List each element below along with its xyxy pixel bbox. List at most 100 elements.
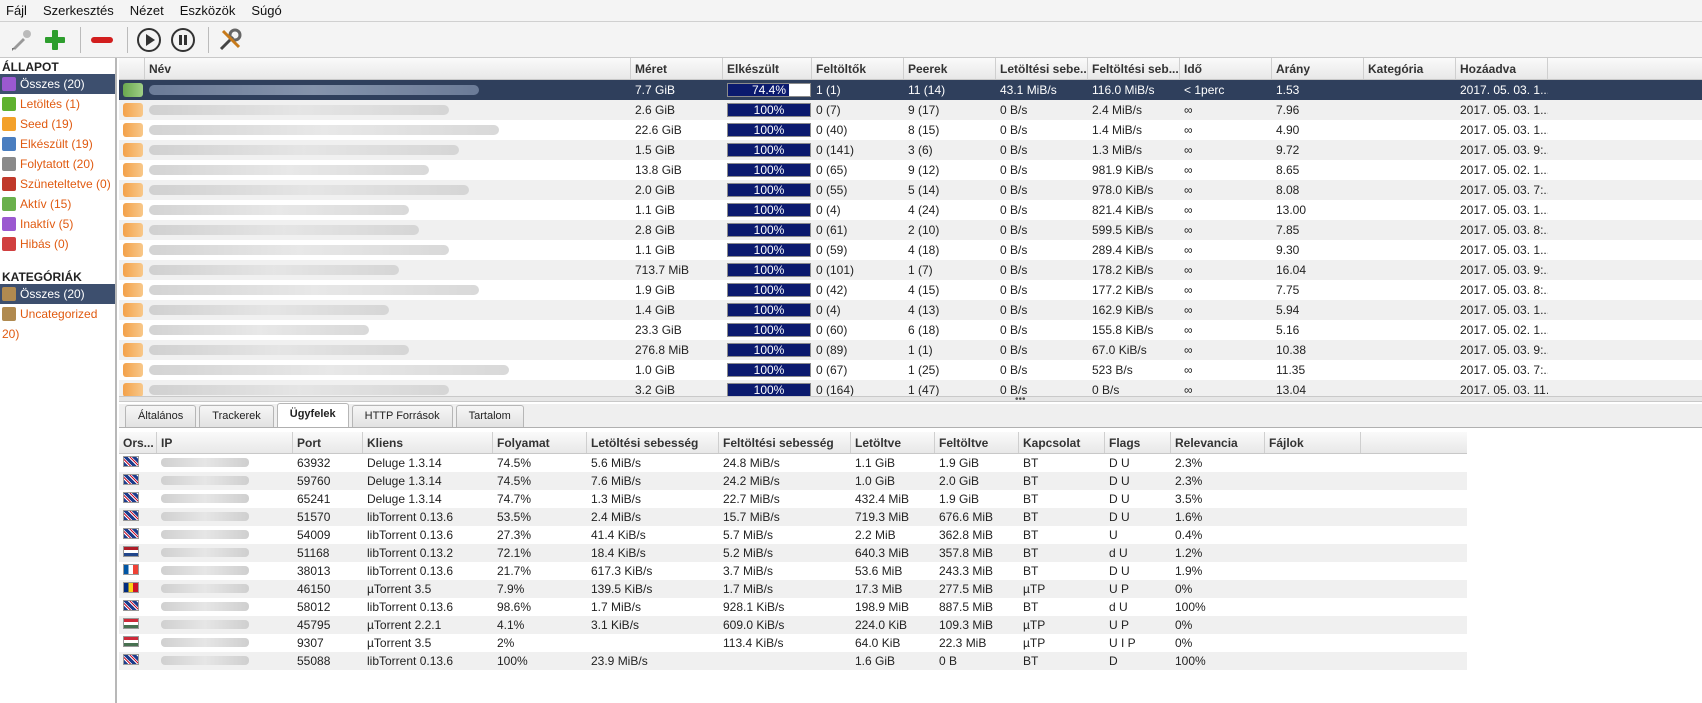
- torrent-row[interactable]: 1.4 GiB 100% 0 (4) 4 (13) 0 B/s 162.9 KiB/s ∞ 5…: [119, 300, 1702, 320]
- peer-port-cell: 63932: [297, 456, 331, 470]
- torrent-row[interactable]: 276.8 MiB 100% 0 (89) 1 (1) 0 B/s 67.0 KiB/s ∞…: [119, 340, 1702, 360]
- tab-1[interactable]: Trackerek: [199, 405, 274, 427]
- peer-column-header[interactable]: IP: [157, 432, 293, 453]
- torrent-row[interactable]: 7.7 GiB 74.4% 1 (1) 11 (14) 43.1 MiB/s 116.0 …: [119, 80, 1702, 100]
- peer-client-cell: µTorrent 2.2.1: [367, 618, 442, 632]
- peer-conn-cell: BT: [1023, 528, 1039, 542]
- peer-column-header[interactable]: Kapcsolat: [1019, 432, 1105, 453]
- torrent-row[interactable]: 2.8 GiB 100% 0 (61) 2 (10) 0 B/s 599.5 KiB/s ∞…: [119, 220, 1702, 240]
- torrent-row[interactable]: 1.1 GiB 100% 0 (4) 4 (24) 0 B/s 821.4 KiB/s ∞ 1…: [119, 200, 1702, 220]
- torrent-name-cell: [119, 323, 631, 337]
- peer-row[interactable]: 63932 Deluge 1.3.14 74.5% 5.6 MiB/s 24.8 MiB…: [119, 454, 1467, 472]
- torrent-row[interactable]: 1.9 GiB 100% 0 (42) 4 (15) 0 B/s 177.2 KiB/s ∞…: [119, 280, 1702, 300]
- status-filter-item[interactable]: Összes (20): [0, 74, 115, 94]
- peer-column-header[interactable]: Fájlok: [1265, 432, 1361, 453]
- column-header[interactable]: Feltöltők: [812, 58, 904, 79]
- column-header[interactable]: Név: [145, 58, 631, 79]
- status-filter-item[interactable]: Elkészült (19): [0, 134, 115, 154]
- status-filter-item[interactable]: Folytatott (20): [0, 154, 115, 174]
- menu-help[interactable]: Súgó: [245, 3, 291, 18]
- torrent-row[interactable]: 1.1 GiB 100% 0 (59) 4 (18) 0 B/s 289.4 KiB/s ∞…: [119, 240, 1702, 260]
- peer-column-header[interactable]: Relevancia: [1171, 432, 1265, 453]
- seeds-cell: 0 (141): [816, 143, 855, 157]
- peer-column-header[interactable]: Flags: [1105, 432, 1171, 453]
- play-icon[interactable]: [134, 25, 164, 55]
- add-link-icon[interactable]: [6, 25, 36, 55]
- menu-tools[interactable]: Eszközök: [174, 3, 246, 18]
- torrent-row[interactable]: 22.6 GiB 100% 0 (40) 8 (15) 0 B/s 1.4 MiB/s ∞ 4…: [119, 120, 1702, 140]
- column-header[interactable]: Elkészült: [723, 58, 812, 79]
- status-filter-item[interactable]: Seed (19): [0, 114, 115, 134]
- peer-row[interactable]: 46150 µTorrent 3.5 7.9% 139.5 KiB/s 1.7 MiB/…: [119, 580, 1467, 598]
- toolbar-separator: [80, 26, 81, 53]
- column-header[interactable]: Feltöltési seb...: [1088, 58, 1180, 79]
- tab-4[interactable]: Tartalom: [455, 405, 524, 427]
- torrent-row[interactable]: 713.7 MiB 100% 0 (101) 1 (7) 0 B/s 178.2 KiB/…: [119, 260, 1702, 280]
- peer-column-header[interactable]: Kliens: [363, 432, 493, 453]
- torrent-row[interactable]: 3.2 GiB 100% 0 (164) 1 (47) 0 B/s 0 B/s ∞ 13.04…: [119, 380, 1702, 396]
- peer-row[interactable]: 45795 µTorrent 2.2.1 4.1% 3.1 KiB/s 609.0 Ki…: [119, 616, 1467, 634]
- peer-row[interactable]: 54009 libTorrent 0.13.6 27.3% 41.4 KiB/s 5.7…: [119, 526, 1467, 544]
- preferences-icon[interactable]: [215, 25, 245, 55]
- peer-row[interactable]: 58012 libTorrent 0.13.6 98.6% 1.7 MiB/s 928.…: [119, 598, 1467, 616]
- ul-speed-cell: 2.4 MiB/s: [1092, 103, 1143, 117]
- pause-icon[interactable]: [168, 25, 198, 55]
- tab-2[interactable]: Ügyfelek: [276, 403, 349, 427]
- peer-flags-cell: d U: [1109, 600, 1128, 614]
- peer-column-header[interactable]: Letöltési sebesség: [587, 432, 719, 453]
- pane-splitter[interactable]: •••: [119, 394, 1702, 405]
- peer-column-header[interactable]: Port: [293, 432, 363, 453]
- eta-cell: ∞: [1184, 123, 1193, 137]
- menu-edit[interactable]: Szerkesztés: [37, 3, 124, 18]
- remove-icon[interactable]: [87, 25, 117, 55]
- peer-flags-cell: D U: [1109, 492, 1130, 506]
- torrent-row[interactable]: 23.3 GiB 100% 0 (60) 6 (18) 0 B/s 155.8 KiB/s…: [119, 320, 1702, 340]
- peer-dl-cell: 3.1 KiB/s: [591, 618, 640, 632]
- column-header[interactable]: Arány: [1272, 58, 1364, 79]
- column-header[interactable]: Letöltési sebe...: [996, 58, 1088, 79]
- torrent-name-cell: [119, 203, 631, 217]
- torrent-row[interactable]: 2.0 GiB 100% 0 (55) 5 (14) 0 B/s 978.0 KiB/s ∞…: [119, 180, 1702, 200]
- status-filter-item[interactable]: Szüneteltetve (0): [0, 174, 115, 194]
- status-filter-item[interactable]: Letöltés (1): [0, 94, 115, 114]
- peer-row[interactable]: 51168 libTorrent 0.13.2 72.1% 18.4 KiB/s 5.2…: [119, 544, 1467, 562]
- ratio-cell: 8.65: [1276, 163, 1300, 177]
- column-header-icon: [119, 58, 145, 79]
- add-torrent-icon[interactable]: [40, 25, 70, 55]
- menu-view[interactable]: Nézet: [124, 3, 174, 18]
- peer-column-header[interactable]: Feltöltve: [935, 432, 1019, 453]
- status-filter-list: Összes (20) Letöltés (1) Seed (19) Elkészül…: [0, 74, 115, 254]
- column-header[interactable]: Kategória: [1364, 58, 1456, 79]
- torrent-row[interactable]: 1.0 GiB 100% 0 (67) 1 (25) 0 B/s 523 B/s ∞ 11.3…: [119, 360, 1702, 380]
- peer-row[interactable]: 59760 Deluge 1.3.14 74.5% 7.6 MiB/s 24.2 MiB…: [119, 472, 1467, 490]
- status-filter-item[interactable]: Hibás (0): [0, 234, 115, 254]
- status-filter-item[interactable]: Inaktív (5): [0, 214, 115, 234]
- peer-row[interactable]: 55088 libTorrent 0.13.6 100% 23.9 MiB/s 1.6 …: [119, 652, 1467, 670]
- column-header[interactable]: Méret: [631, 58, 723, 79]
- category-filter-item[interactable]: Uncategorized: [0, 304, 115, 324]
- peer-column-header[interactable]: Feltöltési sebesség: [719, 432, 851, 453]
- tab-0[interactable]: Általános: [125, 405, 197, 427]
- peer-row[interactable]: 51570 libTorrent 0.13.6 53.5% 2.4 MiB/s 15.7…: [119, 508, 1467, 526]
- torrent-row[interactable]: 2.6 GiB 100% 0 (7) 9 (17) 0 B/s 2.4 MiB/s ∞ 7.9…: [119, 100, 1702, 120]
- menu-file[interactable]: Fájl: [0, 3, 37, 18]
- peer-column-header[interactable]: Folyamat: [493, 432, 587, 453]
- peer-flags-cell: U P: [1109, 618, 1130, 632]
- torrent-row[interactable]: 1.5 GiB 100% 0 (141) 3 (6) 0 B/s 1.3 MiB/s ∞ 9.…: [119, 140, 1702, 160]
- peer-column-header[interactable]: Ors...: [119, 432, 157, 453]
- peer-column-header[interactable]: Letöltve: [851, 432, 935, 453]
- peer-conn-cell: BT: [1023, 654, 1039, 668]
- tab-3[interactable]: HTTP Források: [351, 405, 453, 427]
- category-filter-item[interactable]: Összes (20): [0, 284, 115, 304]
- column-header[interactable]: Idő: [1180, 58, 1272, 79]
- peer-row[interactable]: 38013 libTorrent 0.13.6 21.7% 617.3 KiB/s 3.…: [119, 562, 1467, 580]
- peer-client-cell: Deluge 1.3.14: [367, 474, 442, 488]
- dl-speed-cell: 0 B/s: [1000, 383, 1028, 396]
- peer-row[interactable]: 65241 Deluge 1.3.14 74.7% 1.3 MiB/s 22.7 MiB…: [119, 490, 1467, 508]
- torrent-row[interactable]: 13.8 GiB 100% 0 (65) 9 (12) 0 B/s 981.9 KiB/s…: [119, 160, 1702, 180]
- status-filter-item[interactable]: Aktív (15): [0, 194, 115, 214]
- column-header[interactable]: Peerek: [904, 58, 996, 79]
- peer-row[interactable]: 9307 µTorrent 3.5 2% 113.4 KiB/s 64.0 KiB 22.…: [119, 634, 1467, 652]
- column-header[interactable]: Hozáadva: [1456, 58, 1548, 79]
